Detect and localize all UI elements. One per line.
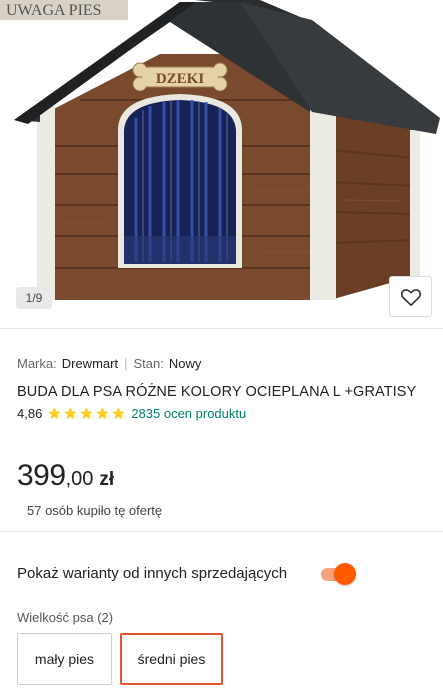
brand-label: Marka: [17, 356, 57, 371]
product-image[interactable]: UWAGA PIES DZEKI [0, 0, 443, 328]
nameplate-text: DZEKI [156, 71, 205, 87]
price: 399 ,00 zł [17, 459, 114, 493]
wishlist-button[interactable] [389, 276, 432, 317]
heart-icon [400, 288, 421, 306]
size-option-maly[interactable]: mały pies [17, 633, 112, 685]
brand-link[interactable]: Drewmart [62, 356, 118, 371]
divider [0, 328, 443, 329]
condition-value: Nowy [168, 356, 202, 371]
bought-count: 57 osób kupiło tę ofertę [27, 503, 163, 518]
toggle-knob [334, 563, 356, 585]
star-icon [64, 407, 78, 420]
size-option-sredni[interactable]: średni pies [120, 633, 223, 685]
star-icon [80, 407, 94, 420]
rating-row: 4,86 2835 ocen produktu [17, 406, 246, 421]
variants-toggle[interactable] [318, 563, 356, 585]
product-meta: Marka: Drewmart | Stan: Nowy [17, 356, 201, 371]
product-gallery[interactable]: UWAGA PIES DZEKI 1/9 [0, 0, 443, 328]
meta-separator: | [124, 356, 128, 371]
variants-toggle-label: Pokaż warianty od innych sprzedających [17, 565, 288, 582]
rating-stars [47, 406, 126, 421]
price-currency: zł [99, 469, 115, 490]
price-main: 399 [17, 459, 66, 492]
sign-text: UWAGA PIES [6, 2, 102, 19]
divider [0, 531, 443, 532]
product-title: BUDA DLA PSA RÓŻNE KOLORY OCIEPLANA L +G… [17, 384, 417, 400]
star-icon [112, 407, 126, 420]
price-fraction: ,00 [65, 468, 94, 490]
star-icon [48, 407, 62, 420]
reviews-link[interactable]: 2835 ocen produktu [131, 406, 246, 421]
bone-nameplate-icon: DZEKI [132, 62, 228, 92]
star-icon [96, 407, 110, 420]
size-label: Wielkość psa (2) [17, 610, 114, 625]
condition-label: Stan: [133, 356, 164, 371]
image-counter: 1/9 [16, 287, 52, 309]
rating-value: 4,86 [17, 406, 43, 421]
